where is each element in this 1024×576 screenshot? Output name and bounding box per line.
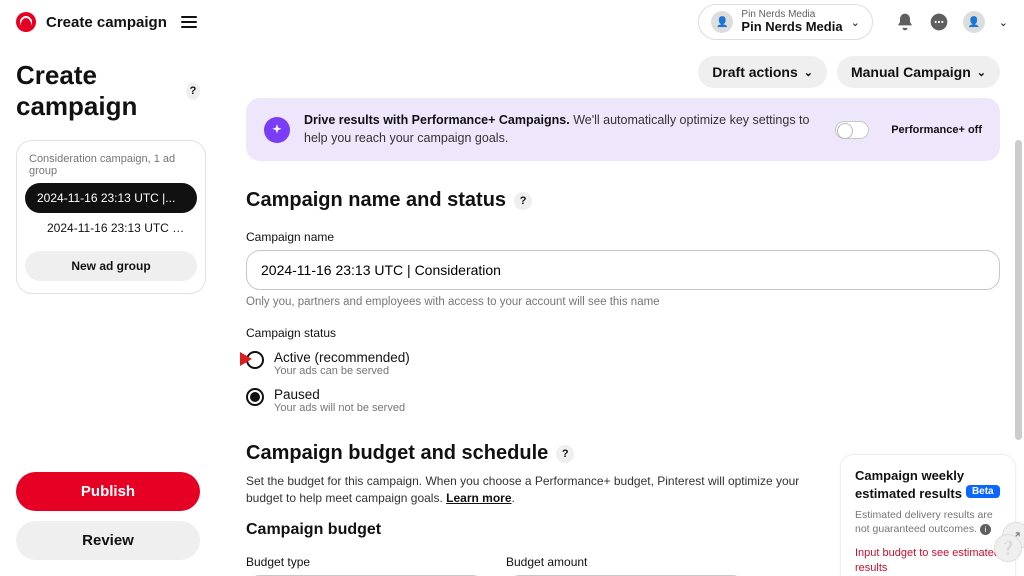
section-title-name: Campaign name and status (246, 189, 506, 212)
campaign-tree-item-active[interactable]: 2024-11-16 23:13 UTC |... (25, 183, 197, 213)
campaign-mode-button[interactable]: Manual Campaign⌄ (837, 56, 1000, 88)
avatar: 👤 (711, 11, 733, 33)
bell-icon[interactable] (895, 12, 915, 32)
sparkle-icon (264, 117, 290, 143)
new-ad-group-button[interactable]: New ad group (25, 251, 197, 281)
annotation-arrow-icon (222, 349, 252, 369)
budget-amount-label: Budget amount (506, 555, 746, 569)
campaign-name-input[interactable] (246, 250, 1000, 290)
chevron-down-icon[interactable]: ⌄ (999, 16, 1008, 29)
top-bar: Create campaign 👤 Pin Nerds Media Pin Ne… (0, 0, 1024, 44)
pinterest-logo-icon (16, 12, 36, 32)
review-button[interactable]: Review (16, 521, 200, 560)
campaign-status-label: Campaign status (246, 326, 1000, 340)
estimate-results-card: Campaign weekly estimated resultsBeta Es… (840, 454, 1016, 576)
help-icon[interactable]: ? (556, 445, 574, 463)
budget-type-label: Budget type (246, 555, 486, 569)
status-active-radio[interactable]: Active (recommended) Your ads can be ser… (246, 350, 1000, 377)
campaign-tree-item[interactable]: 2024-11-16 23:13 UTC | Ad... (25, 213, 197, 243)
toggle-label: Performance+ off (891, 124, 982, 136)
banner-title: Drive results with Performance+ Campaign… (304, 113, 570, 127)
campaign-name-label: Campaign name (246, 230, 1000, 244)
campaign-tree-header: Consideration campaign, 1 ad group (29, 153, 193, 177)
performance-plus-banner: Drive results with Performance+ Campaign… (246, 98, 1000, 161)
info-icon[interactable]: i (980, 524, 991, 535)
campaign-name-hint: Only you, partners and employees with ac… (246, 296, 1000, 308)
account-name: Pin Nerds Media (741, 20, 842, 34)
estimate-title: Campaign weekly estimated results (855, 468, 964, 501)
scrollbar[interactable] (1015, 140, 1022, 440)
estimate-warning: Input budget to see estimated results (855, 546, 1001, 575)
draft-actions-button[interactable]: Draft actions⌄ (698, 56, 827, 88)
left-sidebar: Create campaign ? Consideration campaign… (0, 44, 210, 576)
learn-more-link[interactable]: Learn more (446, 491, 511, 505)
menu-icon[interactable] (181, 16, 197, 28)
radio-selected-icon (246, 388, 264, 406)
main-content: Draft actions⌄ Manual Campaign⌄ Drive re… (210, 44, 1024, 576)
beta-badge: Beta (966, 485, 1000, 498)
performance-plus-toggle[interactable] (835, 121, 869, 139)
help-icon[interactable]: ? (186, 82, 200, 100)
estimate-sub: Estimated delivery results are not guara… (855, 509, 993, 535)
budget-desc: Set the budget for this campaign. When y… (246, 474, 799, 505)
campaign-tree-card: Consideration campaign, 1 ad group 2024-… (16, 140, 206, 294)
chat-icon[interactable] (929, 12, 949, 32)
status-paused-radio[interactable]: Paused Your ads will not be served (246, 387, 1000, 414)
account-switcher[interactable]: 👤 Pin Nerds Media Pin Nerds Media ⌄ (698, 4, 872, 40)
section-title-budget: Campaign budget and schedule (246, 442, 548, 465)
publish-button[interactable]: Publish (16, 472, 200, 511)
user-avatar-icon[interactable]: 👤 (963, 11, 985, 33)
chevron-down-icon: ⌄ (851, 16, 860, 29)
breadcrumb-title: Create campaign (46, 14, 167, 31)
help-icon[interactable]: ? (514, 192, 532, 210)
page-title: Create campaign (16, 60, 178, 122)
help-bubble-icon[interactable]: ❔ (994, 534, 1022, 562)
